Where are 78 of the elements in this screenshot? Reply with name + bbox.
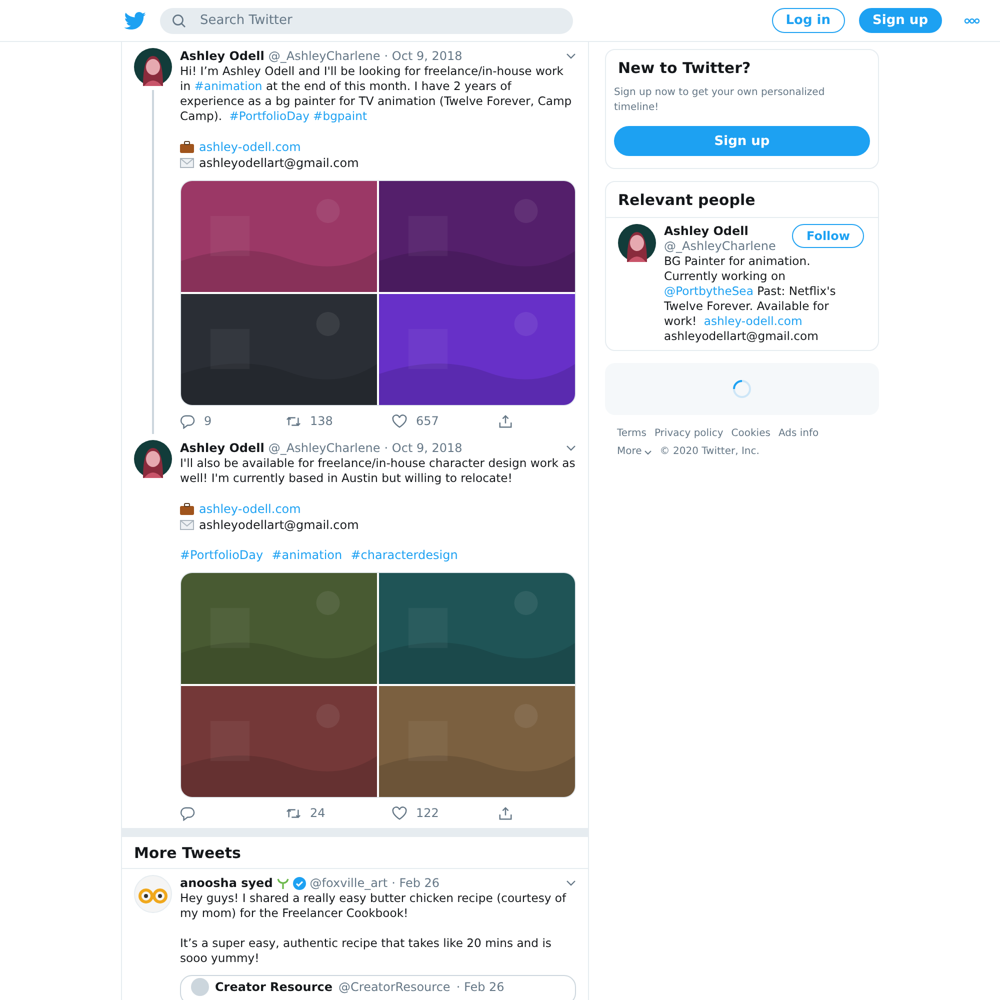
share-button[interactable]: [498, 806, 513, 820]
chevron-down-icon[interactable]: [566, 53, 576, 59]
card-title: Relevant people: [617, 190, 756, 211]
author-handle[interactable]: @foxville_art: [310, 876, 388, 890]
heart-icon: [392, 414, 407, 428]
author-name[interactable]: anoosha syed: [180, 876, 273, 890]
sprout-icon: [276, 877, 289, 889]
footer-link[interactable]: Cookies: [731, 427, 770, 441]
person-handle[interactable]: @_AshleyCharlene: [664, 239, 776, 254]
search-input[interactable]: Search Twitter: [198, 12, 561, 29]
chevron-down-icon[interactable]: [566, 445, 576, 451]
avatar[interactable]: [134, 440, 172, 478]
follow-button[interactable]: Follow: [792, 224, 864, 248]
briefcase-icon: [180, 141, 194, 153]
card-title: New to Twitter?: [617, 58, 752, 79]
chevron-down-icon: [644, 450, 652, 454]
link[interactable]: #PortfolioDay: [229, 109, 310, 123]
avatar[interactable]: [618, 224, 656, 262]
author-name[interactable]: Ashley Odell: [180, 441, 264, 455]
search-field[interactable]: Search Twitter: [160, 8, 573, 34]
reply-button[interactable]: 9: [180, 414, 286, 428]
person-bio: BG Painter for animation. Currently working on @PortbytheSea Past: Netflix's Twelve Forever. Available for work! ashley-odell.com ashleyodellart@gmail.com: [664, 254, 837, 344]
more-link[interactable]: More: [617, 445, 652, 459]
like-button[interactable]: 657: [392, 414, 498, 428]
tweet-date[interactable]: · Feb 26: [392, 876, 440, 890]
share-button[interactable]: [498, 414, 513, 428]
email-text: ashleyodellart@gmail.com: [199, 517, 359, 533]
author-name[interactable]: Ashley Odell: [180, 49, 264, 63]
link[interactable]: ashley-odell.com: [704, 314, 802, 328]
author-handle[interactable]: @_AshleyCharlene: [268, 441, 380, 455]
tweet-date[interactable]: · Oct 9, 2018: [384, 441, 462, 455]
tweet-date[interactable]: · Oct 9, 2018: [384, 49, 462, 63]
quote-avatar: [191, 978, 209, 996]
loading-spinner-icon: [732, 379, 752, 399]
hashtag-link[interactable]: #PortfolioDay: [180, 547, 264, 563]
author-handle[interactable]: @_AshleyCharlene: [268, 49, 380, 63]
quote-date: · Feb 26: [456, 980, 504, 994]
tweet-text: It’s a super easy, authentic recipe that takes like 20 mins and is sooo yummy!: [180, 936, 552, 966]
login-button[interactable]: Log in: [772, 8, 845, 33]
footer-link[interactable]: Ads info: [778, 427, 819, 441]
hashtag-link[interactable]: #animation: [272, 547, 342, 563]
chevron-down-icon[interactable]: [566, 880, 576, 886]
section-title: More Tweets: [122, 837, 588, 869]
website-link[interactable]: ashley-odell.com: [199, 501, 301, 517]
email-text: ashleyodellart@gmail.com: [199, 155, 359, 171]
tweet-text: Hey guys! I shared a really easy butter chicken recipe (courtesy of my mom) for the Freelancer Cookbook!: [180, 891, 568, 921]
envelope-icon: [180, 158, 194, 168]
link[interactable]: #animation: [194, 79, 262, 93]
copyright-text: © 2020 Twitter, Inc.: [660, 445, 760, 459]
retweet-button[interactable]: 24: [286, 806, 392, 820]
briefcase-icon: [180, 503, 194, 515]
retweet-button[interactable]: 138: [286, 414, 392, 428]
heart-icon: [392, 806, 407, 820]
signup-prompt: Sign up now to get your own personalized timeline!: [614, 86, 826, 115]
quoted-tweet[interactable]: Creator Resource @CreatorResource · Feb 26: [180, 975, 576, 1000]
link[interactable]: #bgpaint: [313, 109, 368, 123]
share-icon: [498, 414, 513, 428]
footer-link[interactable]: Terms: [617, 427, 646, 441]
quote-author-name: Creator Resource: [215, 980, 333, 994]
twitter-bird-logo[interactable]: [124, 12, 146, 30]
footer-link[interactable]: Privacy policy: [654, 427, 724, 441]
avatar[interactable]: [134, 48, 172, 86]
share-icon: [498, 806, 513, 820]
like-button[interactable]: 122: [392, 806, 498, 820]
reply-icon: [180, 414, 195, 428]
signup-button[interactable]: Sign up: [614, 126, 870, 156]
tweet-text: Hi! I’m Ashley Odell and I'll be looking for freelance/in-house work in #animation at the end of this month. I have 2 years of experience as a bg painter for TV animation (Twelve Forever, Camp Camp). #PortfolioDay #bgpaint: [180, 64, 573, 124]
envelope-icon: [180, 520, 194, 530]
search-icon: [172, 14, 186, 28]
tweet-text: I'll also be available for freelance/in-house character design work as well! I'm currently based in Austin but willing to relocate!: [180, 456, 576, 486]
link[interactable]: @PortbytheSea: [664, 284, 754, 298]
more-icon[interactable]: [964, 18, 980, 24]
person-name[interactable]: Ashley Odell: [664, 224, 776, 239]
website-link[interactable]: ashley-odell.com: [199, 139, 301, 155]
quote-author-handle: @CreatorResource: [338, 980, 450, 994]
signup-button[interactable]: Sign up: [858, 8, 942, 33]
hashtag-link[interactable]: #characterdesign: [350, 547, 458, 563]
reply-icon: [180, 806, 195, 820]
